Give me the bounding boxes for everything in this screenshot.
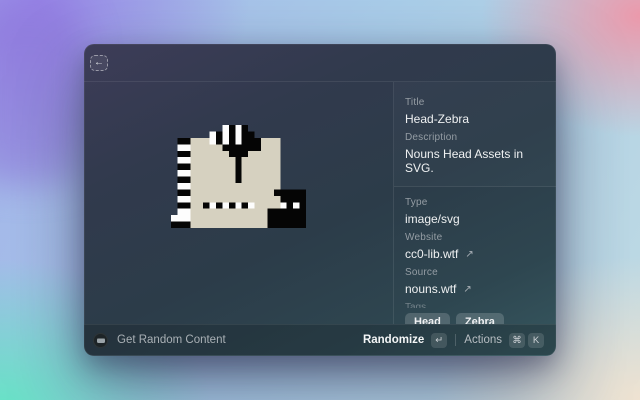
- source-link[interactable]: nouns.wtf ↗: [405, 282, 546, 296]
- external-link-icon: ↗: [463, 284, 471, 295]
- footer-bar: Get Random Content Randomize ↵ Actions ⌘…: [84, 324, 556, 355]
- command-title: Get Random Content: [117, 334, 226, 346]
- tags-label-clipped: Tags: [405, 301, 546, 308]
- type-label: Type: [405, 197, 546, 208]
- website-value: cc0-lib.wtf: [405, 247, 458, 261]
- website-link[interactable]: cc0-lib.wtf ↗: [405, 247, 546, 261]
- footer-divider: [455, 334, 456, 346]
- pixel-artwork: [171, 125, 306, 228]
- window-header: ←: [84, 44, 556, 82]
- app-window: ← Title Head-Zebra Description Nouns Hea…: [84, 44, 556, 356]
- tags-chip-list: Head Zebra CC0 Nouns: [405, 313, 525, 324]
- actions-shortcut: ⌘ K: [509, 333, 544, 348]
- background-blur-shape: [0, 6, 84, 184]
- metadata-section-primary: Title Head-Zebra Description Nouns Head …: [394, 82, 556, 187]
- metadata-panel[interactable]: Title Head-Zebra Description Nouns Head …: [393, 82, 556, 324]
- description-value: Nouns Head Assets in SVG.: [405, 147, 546, 175]
- title-value: Head-Zebra: [405, 112, 546, 126]
- description-label: Description: [405, 132, 546, 143]
- tag-chip: Head: [405, 313, 450, 324]
- external-link-icon: ↗: [465, 249, 473, 260]
- website-label: Website: [405, 232, 546, 243]
- title-label: Title: [405, 97, 546, 108]
- source-label: Source: [405, 267, 546, 278]
- back-button[interactable]: ←: [90, 55, 108, 71]
- extension-icon: [93, 333, 108, 348]
- command-key-icon: ⌘: [509, 333, 525, 348]
- actions-button[interactable]: Actions: [464, 334, 502, 346]
- preview-panel: [84, 82, 393, 324]
- footer-actions: Randomize ↵ Actions ⌘ K: [363, 333, 544, 348]
- randomize-button[interactable]: Randomize: [363, 334, 424, 346]
- tag-chip: Zebra: [456, 313, 504, 324]
- source-value: nouns.wtf: [405, 282, 456, 296]
- type-value: image/svg: [405, 212, 546, 226]
- return-key-icon: ↵: [431, 333, 447, 348]
- k-key-icon: K: [528, 333, 544, 348]
- metadata-section-details: Type image/svg Website cc0-lib.wtf ↗ Sou…: [394, 187, 556, 324]
- window-content: Title Head-Zebra Description Nouns Head …: [84, 82, 556, 324]
- artwork-container: [171, 125, 306, 228]
